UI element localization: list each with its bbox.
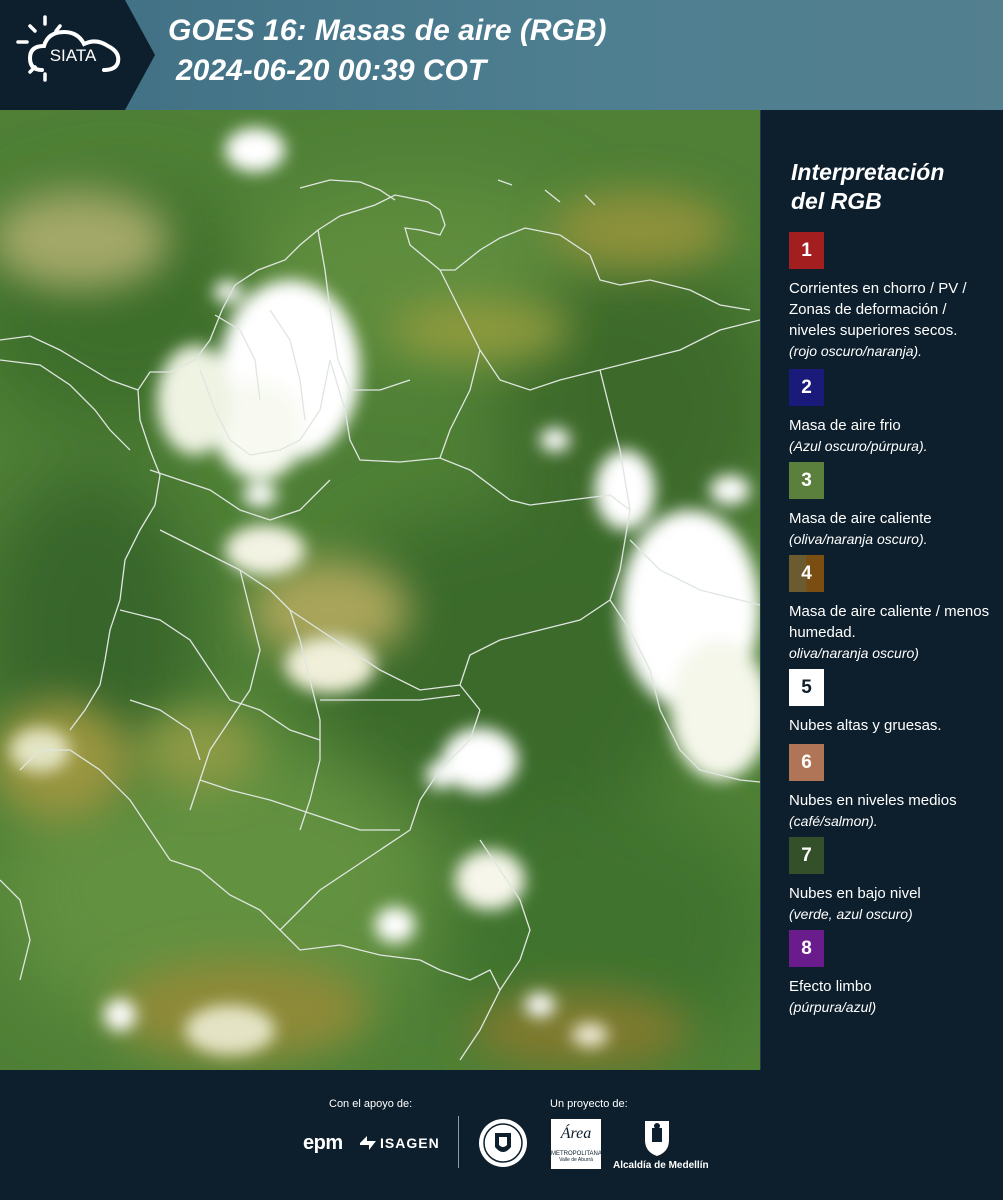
isagen-logo-icon: [360, 1136, 376, 1150]
legend-title: Interpretación del RGB: [791, 159, 945, 214]
legend-item-warm-air-mass: 3 Masa de aire caliente (oliva/naranja o…: [789, 462, 994, 549]
legend-label: Nubes en bajo nivel: [789, 885, 921, 902]
alcaldia-label: Alcaldía de Medellín: [613, 1160, 709, 1171]
legend-label: Masa de aire frio: [789, 417, 901, 434]
footer: Con el apoyo de: Un proyecto de: epm ISA…: [0, 1070, 1003, 1200]
legend-color-note: (púrpura/azul): [789, 999, 877, 1015]
alcaldia-shield-icon: [645, 1121, 669, 1156]
legend-label: Corrientes en chorro / PV / Zonas de def…: [789, 280, 967, 339]
map-title: GOES 16: Masas de aire (RGB): [168, 14, 607, 47]
legend-item-high-clouds: 5 Nubes altas y gruesas.: [789, 669, 994, 736]
footer-divider: [458, 1116, 459, 1168]
legend-swatch: 5: [789, 669, 824, 706]
legend-label: Masa de aire caliente / menos humedad.: [789, 603, 990, 641]
epm-logo: epm: [303, 1132, 343, 1154]
legend-label: Nubes en niveles medios: [789, 792, 957, 809]
legend-label: Masa de aire caliente: [789, 510, 932, 527]
legend-item-warm-dry-air-mass: 4 Masa de aire caliente / menos humedad.…: [789, 555, 994, 663]
legend-color-note: (verde, azul oscuro): [789, 906, 913, 922]
legend-swatch: 8: [789, 930, 824, 967]
legend-color-note: oliva/naranja oscuro): [789, 645, 919, 661]
legend-color-note: (café/salmon).: [789, 813, 878, 829]
legend-swatch: 6: [789, 744, 824, 781]
map-timestamp: 2024-06-20 00:39 COT: [176, 54, 487, 87]
legend-label: Efecto limbo: [789, 978, 872, 995]
legend-panel: Interpretación del RGB 1 Corrientes en c…: [760, 110, 1003, 1070]
legend-swatch: 4: [789, 555, 824, 592]
legend-item-limb-effect: 8 Efecto limbo (púrpura/azul): [789, 930, 994, 1017]
legend-item-mid-clouds: 6 Nubes en niveles medios (café/salmon).: [789, 744, 994, 831]
support-label: Con el apoyo de:: [329, 1098, 413, 1110]
siata-logo: SIATA: [0, 0, 155, 110]
legend-item-low-clouds: 7 Nubes en bajo nivel (verde, azul oscur…: [789, 837, 994, 924]
project-label: Un proyecto de:: [550, 1098, 628, 1110]
legend-label: Nubes altas y gruesas.: [789, 717, 942, 734]
legend-color-note: (Azul oscuro/púrpura).: [789, 438, 928, 454]
header: SIATA GOES 16: Masas de aire (RGB) 2024-…: [0, 0, 1003, 110]
satellite-image[interactable]: [0, 110, 760, 1070]
legend-color-note: (rojo oscuro/naranja).: [789, 343, 923, 359]
area-metropolitana-logo: Área METROPOLITANA Valle de Aburrá: [551, 1119, 602, 1169]
isagen-logo: ISAGEN: [380, 1135, 440, 1151]
legend-swatch: 1: [789, 232, 824, 269]
legend-color-note: (oliva/naranja oscuro).: [789, 531, 928, 547]
svg-text:SIATA: SIATA: [50, 46, 97, 65]
legend-swatch: 7: [789, 837, 824, 874]
legend-swatch: 3: [789, 462, 824, 499]
legend-item-jet-streams: 1 Corrientes en chorro / PV / Zonas de d…: [789, 232, 994, 361]
legend-swatch: 2: [789, 369, 824, 406]
medellin-seal-icon: [479, 1119, 527, 1167]
legend-item-cold-air-mass: 2 Masa de aire frio (Azul oscuro/púrpura…: [789, 369, 994, 456]
